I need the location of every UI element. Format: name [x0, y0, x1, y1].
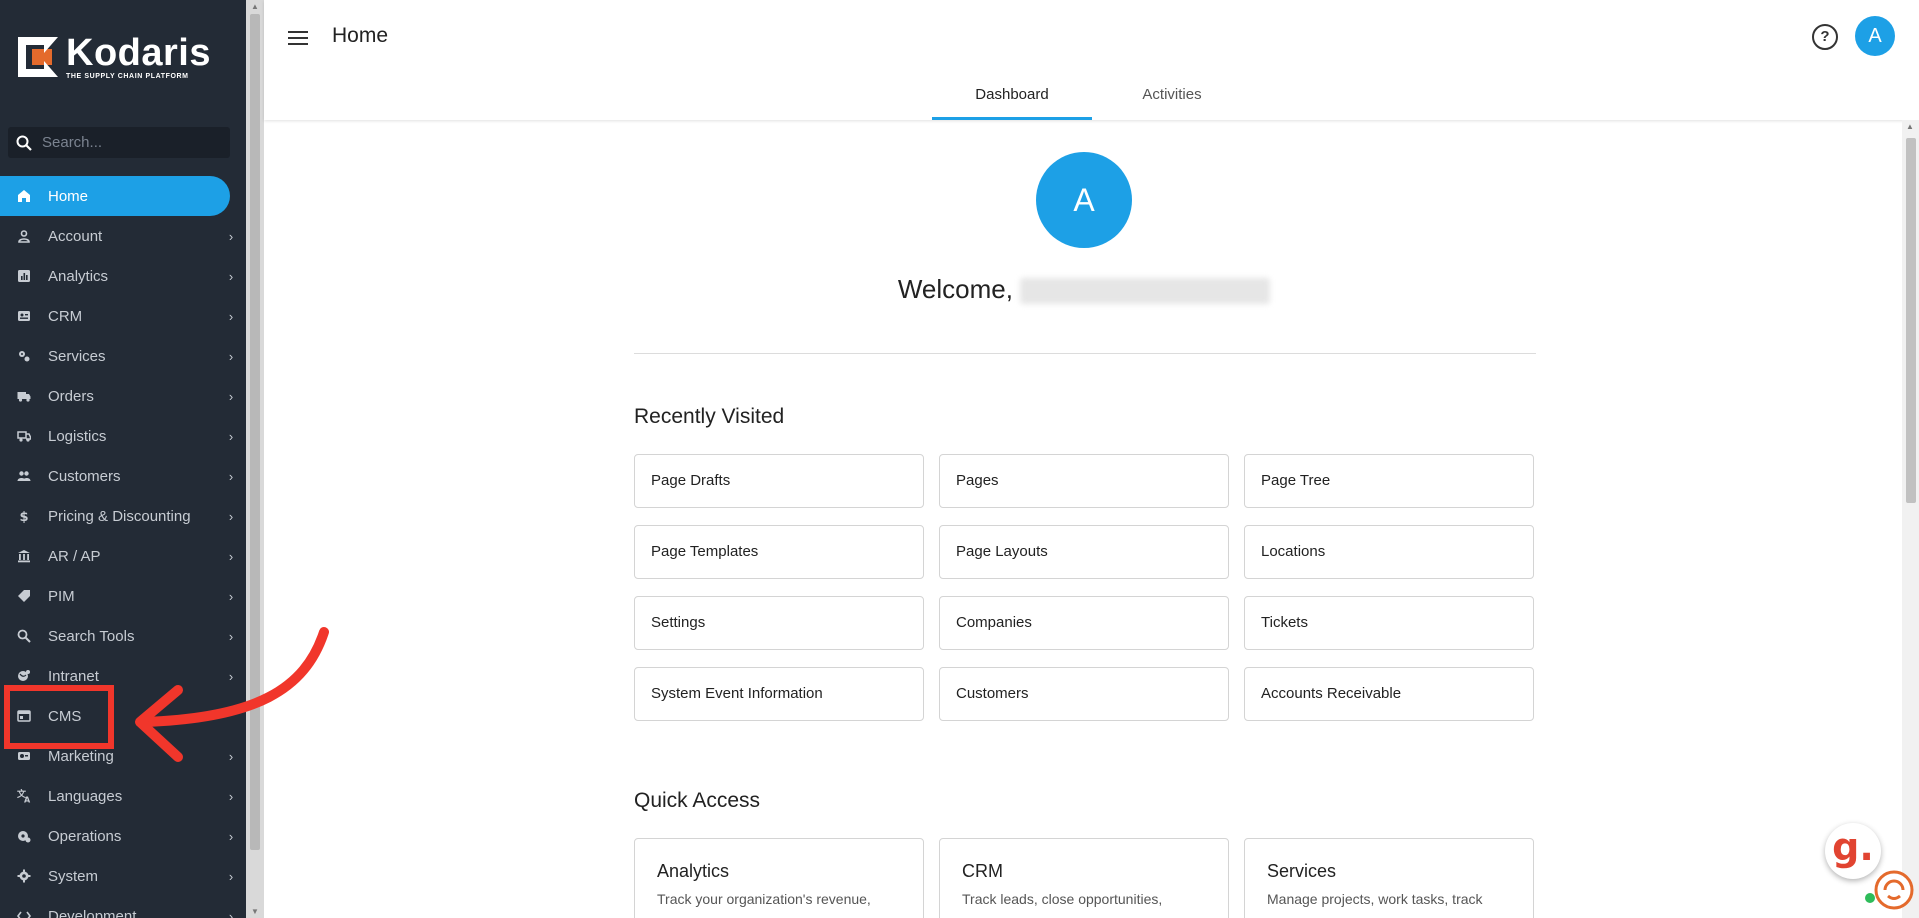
recently-visited-card[interactable]: Pages: [939, 454, 1229, 508]
main-scroll-thumb[interactable]: [1906, 138, 1916, 503]
recently-visited-card[interactable]: Locations: [1244, 525, 1534, 579]
tab-bar: Dashboard Activities: [932, 78, 1252, 120]
redacted-email: [1020, 278, 1271, 305]
quick-access-card[interactable]: Services Manage projects, work tasks, tra…: [1244, 838, 1534, 918]
page-title: Home: [332, 24, 389, 47]
quick-access-title: Quick Access: [634, 789, 761, 812]
recently-visited-card[interactable]: Accounts Receivable: [1244, 667, 1534, 721]
quick-access-card[interactable]: CRM Track leads, close opportunities,: [939, 838, 1229, 918]
recently-visited-card[interactable]: Tickets: [1244, 596, 1534, 650]
chat-support-icon[interactable]: [1870, 866, 1914, 910]
main-scrollbar[interactable]: ▲: [1902, 120, 1919, 918]
user-avatar[interactable]: A: [1855, 16, 1895, 56]
welcome-avatar: A: [1036, 152, 1132, 248]
recently-visited-card[interactable]: Page Templates: [634, 525, 924, 579]
quick-access-title-text: Services: [1267, 861, 1337, 881]
tab-dashboard[interactable]: Dashboard: [932, 78, 1092, 120]
quick-access-title-text: CRM: [962, 861, 1003, 881]
recently-visited-card[interactable]: Companies: [939, 596, 1229, 650]
recently-visited-card[interactable]: Page Layouts: [939, 525, 1229, 579]
divider: [634, 353, 1536, 354]
welcome-heading: Welcome,: [264, 274, 1904, 305]
recently-visited-card[interactable]: System Event Information: [634, 667, 924, 721]
quick-access-card[interactable]: Analytics Track your organization's reven…: [634, 838, 924, 918]
top-bar: Home ? A Dashboard Activities: [264, 0, 1919, 120]
recently-visited-card[interactable]: Page Drafts: [634, 454, 924, 508]
recently-visited-title: Recently Visited: [634, 405, 785, 428]
help-icon[interactable]: ?: [1812, 24, 1838, 50]
welcome-text: Welcome,: [897, 274, 1013, 304]
main-scroll-up-arrow-icon[interactable]: ▲: [1906, 122, 1914, 131]
annotation-arrow-icon: [135, 627, 329, 762]
quick-access-description: Track leads, close opportunities,: [962, 891, 1163, 907]
tab-activities[interactable]: Activities: [1092, 78, 1252, 120]
quick-access-grid: Analytics Track your organization's reven…: [634, 838, 1536, 918]
main-content: A Welcome, Recently Visited Page Drafts P…: [264, 120, 1904, 918]
quick-access-description: Track your organization's revenue,: [657, 891, 871, 907]
recently-visited-grid: Page Drafts Pages Page Tree Page Templates P…: [634, 454, 1536, 721]
recently-visited-card[interactable]: Settings: [634, 596, 924, 650]
quick-access-description: Manage projects, work tasks, track: [1267, 891, 1483, 907]
recently-visited-card[interactable]: Page Tree: [1244, 454, 1534, 508]
recently-visited-card[interactable]: Customers: [939, 667, 1229, 721]
quick-access-title-text: Analytics: [657, 861, 730, 881]
